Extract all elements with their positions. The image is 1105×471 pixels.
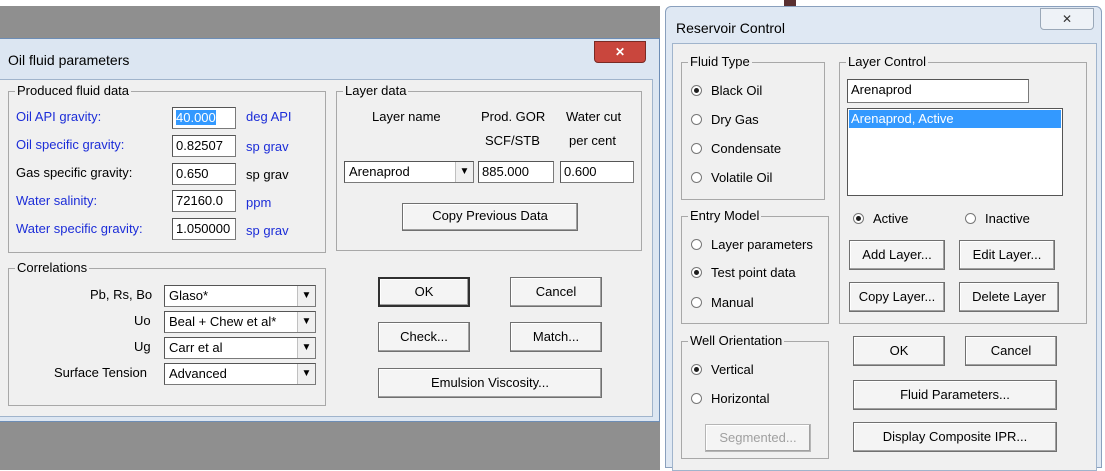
- gas-specific-gravity-unit: sp grav: [246, 167, 289, 182]
- cancel-button[interactable]: Cancel: [510, 277, 602, 307]
- emulsion-viscosity-button[interactable]: Emulsion Viscosity...: [378, 368, 602, 398]
- water-specific-gravity-input[interactable]: 1.050000: [172, 218, 236, 240]
- produced-fluid-data-label: Produced fluid data: [15, 83, 132, 99]
- chevron-down-icon: ▼: [455, 162, 473, 182]
- fluid-parameters-button[interactable]: Fluid Parameters...: [853, 380, 1057, 410]
- layer-name-input[interactable]: Arenaprod: [847, 79, 1029, 103]
- delete-layer-button[interactable]: Delete Layer: [959, 282, 1059, 312]
- radio-unselected-icon: [691, 393, 702, 404]
- chevron-down-icon: ▼: [297, 312, 315, 332]
- radio-active[interactable]: Active: [853, 210, 908, 228]
- layer-name-column-header: Layer name: [372, 109, 441, 124]
- water-specific-gravity-unit: sp grav: [246, 223, 289, 238]
- fluid-type-label: Fluid Type: [688, 54, 752, 70]
- copy-layer-button[interactable]: Copy Layer...: [849, 282, 945, 312]
- layer-name-select[interactable]: Arenaprod ▼: [344, 161, 474, 183]
- prod-gor-input[interactable]: 885.000: [478, 161, 554, 183]
- radio-black-oil[interactable]: Black Oil: [691, 82, 762, 100]
- oil-specific-gravity-input[interactable]: 0.82507: [172, 135, 236, 157]
- radio-selected-icon: [853, 213, 864, 224]
- oil-dialog-close-button[interactable]: ✕: [594, 41, 646, 63]
- pb-rs-bo-select[interactable]: Glaso* ▼: [164, 285, 316, 307]
- oil-specific-gravity-unit: sp grav: [246, 139, 289, 154]
- radio-selected-icon: [691, 85, 702, 96]
- close-icon: ✕: [614, 45, 626, 59]
- close-icon: ✕: [1061, 12, 1073, 26]
- pb-rs-bo-label: Pb, Rs, Bo: [90, 287, 153, 302]
- water-cut-input[interactable]: 0.600: [560, 161, 634, 183]
- radio-manual[interactable]: Manual: [691, 294, 754, 312]
- radio-dry-gas[interactable]: Dry Gas: [691, 111, 759, 129]
- reservoir-control-window: Reservoir Control ✕ Fluid Type Black Oil…: [665, 6, 1102, 471]
- cancel-button[interactable]: Cancel: [965, 336, 1057, 366]
- water-cut-column-header: Water cut: [566, 109, 622, 124]
- add-layer-button[interactable]: Add Layer...: [849, 240, 945, 270]
- radio-unselected-icon: [691, 172, 702, 183]
- surface-tension-label: Surface Tension: [54, 365, 147, 380]
- water-cut-unit-header: per cent: [569, 133, 616, 148]
- chevron-down-icon: ▼: [297, 338, 315, 358]
- ug-label: Ug: [134, 339, 151, 354]
- chevron-down-icon: ▼: [297, 364, 315, 384]
- list-item[interactable]: Arenaprod, Active: [849, 110, 1061, 128]
- edit-layer-button[interactable]: Edit Layer...: [959, 240, 1055, 270]
- well-orientation-label: Well Orientation: [688, 333, 785, 349]
- layer-list[interactable]: Arenaprod, Active: [847, 108, 1063, 196]
- uo-value: Beal + Chew et al*: [169, 314, 277, 329]
- layer-control-label: Layer Control: [846, 54, 929, 70]
- uo-label: Uo: [134, 313, 151, 328]
- radio-test-point-data[interactable]: Test point data: [691, 264, 796, 282]
- radio-volatile-oil[interactable]: Volatile Oil: [691, 169, 772, 187]
- radio-unselected-icon: [691, 297, 702, 308]
- water-specific-gravity-label: Water specific gravity:: [16, 221, 143, 236]
- copy-previous-data-button[interactable]: Copy Previous Data: [402, 203, 578, 231]
- radio-horizontal[interactable]: Horizontal: [691, 390, 770, 408]
- surface-tension-value: Advanced: [169, 366, 227, 381]
- water-salinity-input[interactable]: 72160.0: [172, 190, 236, 212]
- chevron-down-icon: ▼: [297, 286, 315, 306]
- prod-gor-column-header: Prod. GOR: [481, 109, 546, 124]
- match-button[interactable]: Match...: [510, 322, 602, 352]
- radio-unselected-icon: [691, 143, 702, 154]
- ok-button[interactable]: OK: [853, 336, 945, 366]
- entry-model-label: Entry Model: [688, 208, 762, 224]
- radio-selected-icon: [691, 364, 702, 375]
- ok-button[interactable]: OK: [378, 277, 470, 307]
- reservoir-dialog-title: Reservoir Control: [676, 20, 785, 36]
- oil-dialog-client-area: Produced fluid data Oil API gravity: 40.…: [0, 79, 653, 417]
- surface-tension-select[interactable]: Advanced ▼: [164, 363, 316, 385]
- pb-rs-bo-value: Glaso*: [169, 288, 209, 303]
- uo-select[interactable]: Beal + Chew et al* ▼: [164, 311, 316, 333]
- layer-data-label: Layer data: [343, 83, 409, 99]
- display-composite-ipr-button[interactable]: Display Composite IPR...: [853, 422, 1057, 452]
- gas-specific-gravity-label: Gas specific gravity:: [16, 165, 133, 180]
- correlations-label: Correlations: [15, 260, 90, 276]
- ug-select[interactable]: Carr et al ▼: [164, 337, 316, 359]
- water-salinity-unit: ppm: [246, 195, 272, 210]
- reservoir-dialog-client-area: Fluid Type Black Oil Dry Gas Condensate …: [672, 43, 1097, 471]
- radio-unselected-icon: [691, 239, 702, 250]
- radio-condensate[interactable]: Condensate: [691, 140, 781, 158]
- water-salinity-label: Water salinity:: [16, 193, 98, 208]
- radio-selected-icon: [691, 267, 702, 278]
- radio-unselected-icon: [965, 213, 976, 224]
- segmented-button[interactable]: Segmented...: [705, 424, 811, 452]
- oil-fluid-parameters-window: Oil fluid parameters ✕ Produced fluid da…: [0, 38, 660, 422]
- radio-unselected-icon: [691, 114, 702, 125]
- reservoir-dialog-close-button[interactable]: ✕: [1040, 8, 1094, 30]
- radio-layer-parameters[interactable]: Layer parameters: [691, 236, 813, 254]
- radio-inactive[interactable]: Inactive: [965, 210, 1030, 228]
- gas-specific-gravity-input[interactable]: 0.650: [172, 163, 236, 185]
- oil-specific-gravity-label: Oil specific gravity:: [16, 137, 125, 152]
- layer-name-select-value: Arenaprod: [349, 164, 410, 179]
- oil-api-gravity-input[interactable]: 40.000: [172, 107, 236, 129]
- oil-api-gravity-label: Oil API gravity:: [16, 109, 102, 124]
- oil-api-gravity-unit: deg API: [246, 109, 292, 124]
- oil-dialog-title: Oil fluid parameters: [8, 52, 130, 68]
- prod-gor-unit-header: SCF/STB: [485, 133, 540, 148]
- radio-vertical[interactable]: Vertical: [691, 361, 754, 379]
- check-button[interactable]: Check...: [378, 322, 470, 352]
- ug-value: Carr et al: [169, 340, 223, 355]
